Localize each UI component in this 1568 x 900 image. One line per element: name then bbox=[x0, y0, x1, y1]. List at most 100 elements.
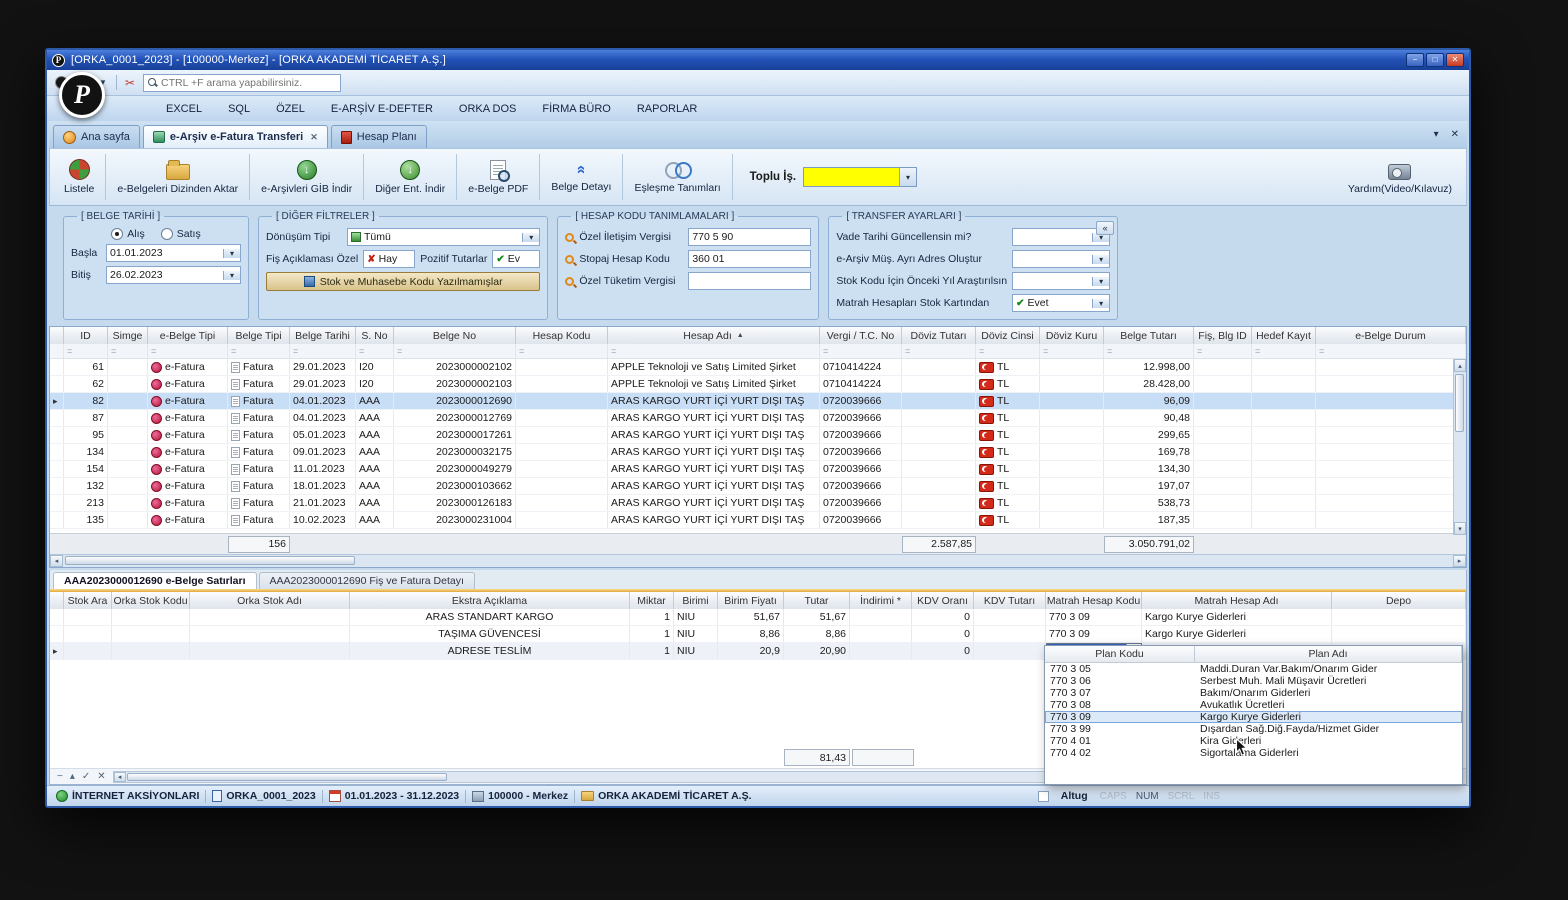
col-header-hedef-kayit[interactable]: Hedef Kayıt bbox=[1252, 327, 1316, 344]
filter-cell[interactable] bbox=[820, 344, 902, 358]
col-header-sno[interactable]: S. No bbox=[356, 327, 394, 344]
menu-item[interactable]: FİRMA BÜRO bbox=[531, 100, 621, 118]
gib-indir-button[interactable]: e-Arşivleri GİB İndir bbox=[253, 157, 360, 198]
tabstrip-close-icon[interactable] bbox=[1451, 129, 1459, 140]
tab-hesap-plani[interactable]: Hesap Planı bbox=[331, 125, 427, 148]
status-checkbox[interactable] bbox=[1038, 791, 1049, 802]
donusum-tipi-select[interactable]: Tümü bbox=[347, 228, 540, 246]
edit-row-icon[interactable] bbox=[70, 772, 75, 782]
tab-efatura-transfer[interactable]: e-Arşiv e-Fatura Transferi bbox=[143, 125, 328, 148]
alis-radio[interactable]: Alış bbox=[111, 228, 145, 240]
donem-araligi[interactable]: 01.01.2023 - 31.12.2023 bbox=[329, 790, 459, 802]
tab-ebelge-satirlari[interactable]: AAA2023000012690 e-Belge Satırları bbox=[53, 572, 257, 589]
col-header-doviz-kuru[interactable]: Döviz Kuru bbox=[1040, 327, 1104, 344]
filter-cell[interactable] bbox=[1316, 344, 1466, 358]
plan-option[interactable]: 770 3 99 Dışardan Sağ.Diğ.Fayda/Hizmet G… bbox=[1045, 723, 1462, 735]
chevron-down-icon[interactable] bbox=[899, 168, 916, 186]
filter-cell[interactable] bbox=[64, 344, 108, 358]
table-row[interactable]: 132 e-Fatura Fatura 18.01.2023 AAA 20230… bbox=[50, 478, 1466, 495]
col-header-belge-no[interactable]: Belge No bbox=[394, 327, 516, 344]
internet-aksiyonlari[interactable]: İNTERNET AKSİYONLARI bbox=[56, 790, 199, 802]
col-header-doviz-cinsi[interactable]: Döviz Cinsi bbox=[976, 327, 1040, 344]
col-header-belge-tipi[interactable]: Belge Tipi bbox=[228, 327, 290, 344]
menu-item[interactable]: ORKA DOS bbox=[448, 100, 527, 118]
col-header-ebelge-tipi[interactable]: e-Belge Tipi bbox=[148, 327, 228, 344]
table-row[interactable]: 135 e-Fatura Fatura 10.02.2023 AAA 20230… bbox=[50, 512, 1466, 529]
filter-cell[interactable] bbox=[228, 344, 290, 358]
scroll-right-icon[interactable] bbox=[1453, 555, 1466, 567]
chevron-down-icon[interactable] bbox=[522, 233, 539, 242]
filter-cell[interactable] bbox=[608, 344, 820, 358]
ebelge-pdf-button[interactable]: e-Belge PDF bbox=[460, 157, 536, 198]
scroll-thumb[interactable] bbox=[127, 773, 447, 781]
grid-vertical-scrollbar[interactable] bbox=[1453, 359, 1466, 535]
chevron-down-icon[interactable] bbox=[1092, 299, 1109, 308]
minimize-button[interactable] bbox=[1406, 53, 1424, 67]
col-header-id[interactable]: ID bbox=[64, 327, 108, 344]
menu-item[interactable]: ÖZEL bbox=[265, 100, 316, 118]
table-row[interactable]: 82 e-Fatura Fatura 04.01.2023 AAA 202300… bbox=[50, 393, 1466, 410]
delete-row-icon[interactable] bbox=[57, 772, 63, 782]
table-row[interactable]: 61 e-Fatura Fatura 29.01.2023 I20 202300… bbox=[50, 359, 1466, 376]
maximize-button[interactable] bbox=[1426, 53, 1444, 67]
chevron-down-icon[interactable] bbox=[223, 271, 240, 280]
col-header-doviz-tutari[interactable]: Döviz Tutarı bbox=[902, 327, 976, 344]
collapse-button[interactable]: « bbox=[1096, 221, 1114, 235]
scroll-up-icon[interactable] bbox=[1454, 359, 1466, 372]
plan-option[interactable]: 770 3 09 Kargo Kurye Giderleri bbox=[1045, 711, 1462, 723]
plan-option[interactable]: 770 4 01 Kira Giderleri bbox=[1045, 735, 1462, 747]
filter-cell[interactable] bbox=[394, 344, 516, 358]
filter-cell[interactable] bbox=[976, 344, 1040, 358]
col-header-vergi-no[interactable]: Vergi / T.C. No bbox=[820, 327, 902, 344]
col-header-stok-ara[interactable]: Stok Ara bbox=[64, 592, 112, 609]
scissors-icon[interactable] bbox=[122, 75, 138, 91]
close-button[interactable] bbox=[1446, 53, 1464, 67]
cell-matrah-hesap-kodu[interactable]: 770 3 09 bbox=[1046, 626, 1142, 642]
scroll-left-icon[interactable] bbox=[50, 555, 63, 567]
hesap-kodu-input[interactable] bbox=[688, 272, 811, 290]
filter-cell[interactable] bbox=[148, 344, 228, 358]
menu-item[interactable]: RAPORLAR bbox=[626, 100, 709, 118]
detail-row[interactable]: ARAS STANDART KARGO 1 NIU 51,67 51,67 0 … bbox=[50, 609, 1466, 626]
tab-fis-fatura-detayi[interactable]: AAA2023000012690 Fiş ve Fatura Detayı bbox=[259, 572, 475, 589]
table-row[interactable]: 87 e-Fatura Fatura 04.01.2023 AAA 202300… bbox=[50, 410, 1466, 427]
dizinden-aktar-button[interactable]: e-Belgeleri Dizinden Aktar bbox=[109, 156, 246, 198]
filter-cell[interactable] bbox=[516, 344, 608, 358]
chevron-down-icon[interactable] bbox=[1092, 277, 1109, 286]
eslesme-tanimlari-button[interactable]: Eşleşme Tanımları bbox=[626, 157, 728, 197]
tab-ana-sayfa[interactable]: Ana sayfa bbox=[53, 125, 140, 148]
chevron-down-icon[interactable] bbox=[1092, 255, 1109, 264]
yardim-button[interactable]: Yardım(Video/Kılavuz) bbox=[1340, 157, 1460, 198]
menu-item[interactable]: E-ARŞİV E-DEFTER bbox=[320, 100, 444, 118]
stok-muhasebe-button[interactable]: Stok ve Muhasebe Kodu Yazılmamışlar bbox=[266, 272, 540, 291]
cancel-icon[interactable] bbox=[97, 772, 105, 782]
col-header-belge-tutari[interactable]: Belge Tutarı bbox=[1104, 327, 1194, 344]
col-header-matrah-hesap-kodu[interactable]: Matrah Hesap Kodu bbox=[1046, 592, 1142, 609]
scroll-thumb[interactable] bbox=[1455, 374, 1464, 432]
col-header-hesap-kodu[interactable]: Hesap Kodu bbox=[516, 327, 608, 344]
menu-item[interactable]: SQL bbox=[217, 100, 261, 118]
detail-row[interactable]: TAŞIMA GÜVENCESİ 1 NIU 8,86 8,86 0 770 3… bbox=[50, 626, 1466, 643]
scroll-track[interactable] bbox=[1454, 372, 1466, 522]
col-header-matrah-hesap-adi[interactable]: Matrah Hesap Adı bbox=[1142, 592, 1332, 609]
fis-aciklamasi-select[interactable]: Hay bbox=[363, 250, 415, 268]
basla-date-select[interactable]: 01.01.2023 bbox=[106, 244, 241, 262]
table-row[interactable]: 213 e-Fatura Fatura 21.01.2023 AAA 20230… bbox=[50, 495, 1466, 512]
chevron-down-icon[interactable] bbox=[223, 249, 240, 258]
col-header-birimi[interactable]: Birimi bbox=[674, 592, 718, 609]
bitis-date-select[interactable]: 26.02.2023 bbox=[106, 266, 241, 284]
setting-select[interactable] bbox=[1012, 272, 1110, 290]
pozitif-tutarlar-select[interactable]: Ev bbox=[492, 250, 540, 268]
grid-horizontal-scrollbar[interactable] bbox=[50, 554, 1466, 567]
firma-kodu[interactable]: ORKA_0001_2023 bbox=[212, 790, 315, 802]
cell-matrah-hesap-kodu[interactable]: 770 3 09 bbox=[1046, 609, 1142, 625]
tab-list-icon[interactable] bbox=[1434, 129, 1439, 140]
listele-button[interactable]: Listele bbox=[56, 156, 102, 198]
confirm-icon[interactable] bbox=[82, 772, 90, 782]
col-header-hesap-adi[interactable]: Hesap Adı bbox=[608, 327, 820, 344]
col-header-tutar[interactable]: Tutar bbox=[784, 592, 850, 609]
col-header-birim-fiyati[interactable]: Birim Fiyatı bbox=[718, 592, 784, 609]
filter-cell[interactable] bbox=[108, 344, 148, 358]
scroll-track[interactable] bbox=[63, 555, 1453, 567]
satis-radio[interactable]: Satış bbox=[161, 228, 201, 240]
